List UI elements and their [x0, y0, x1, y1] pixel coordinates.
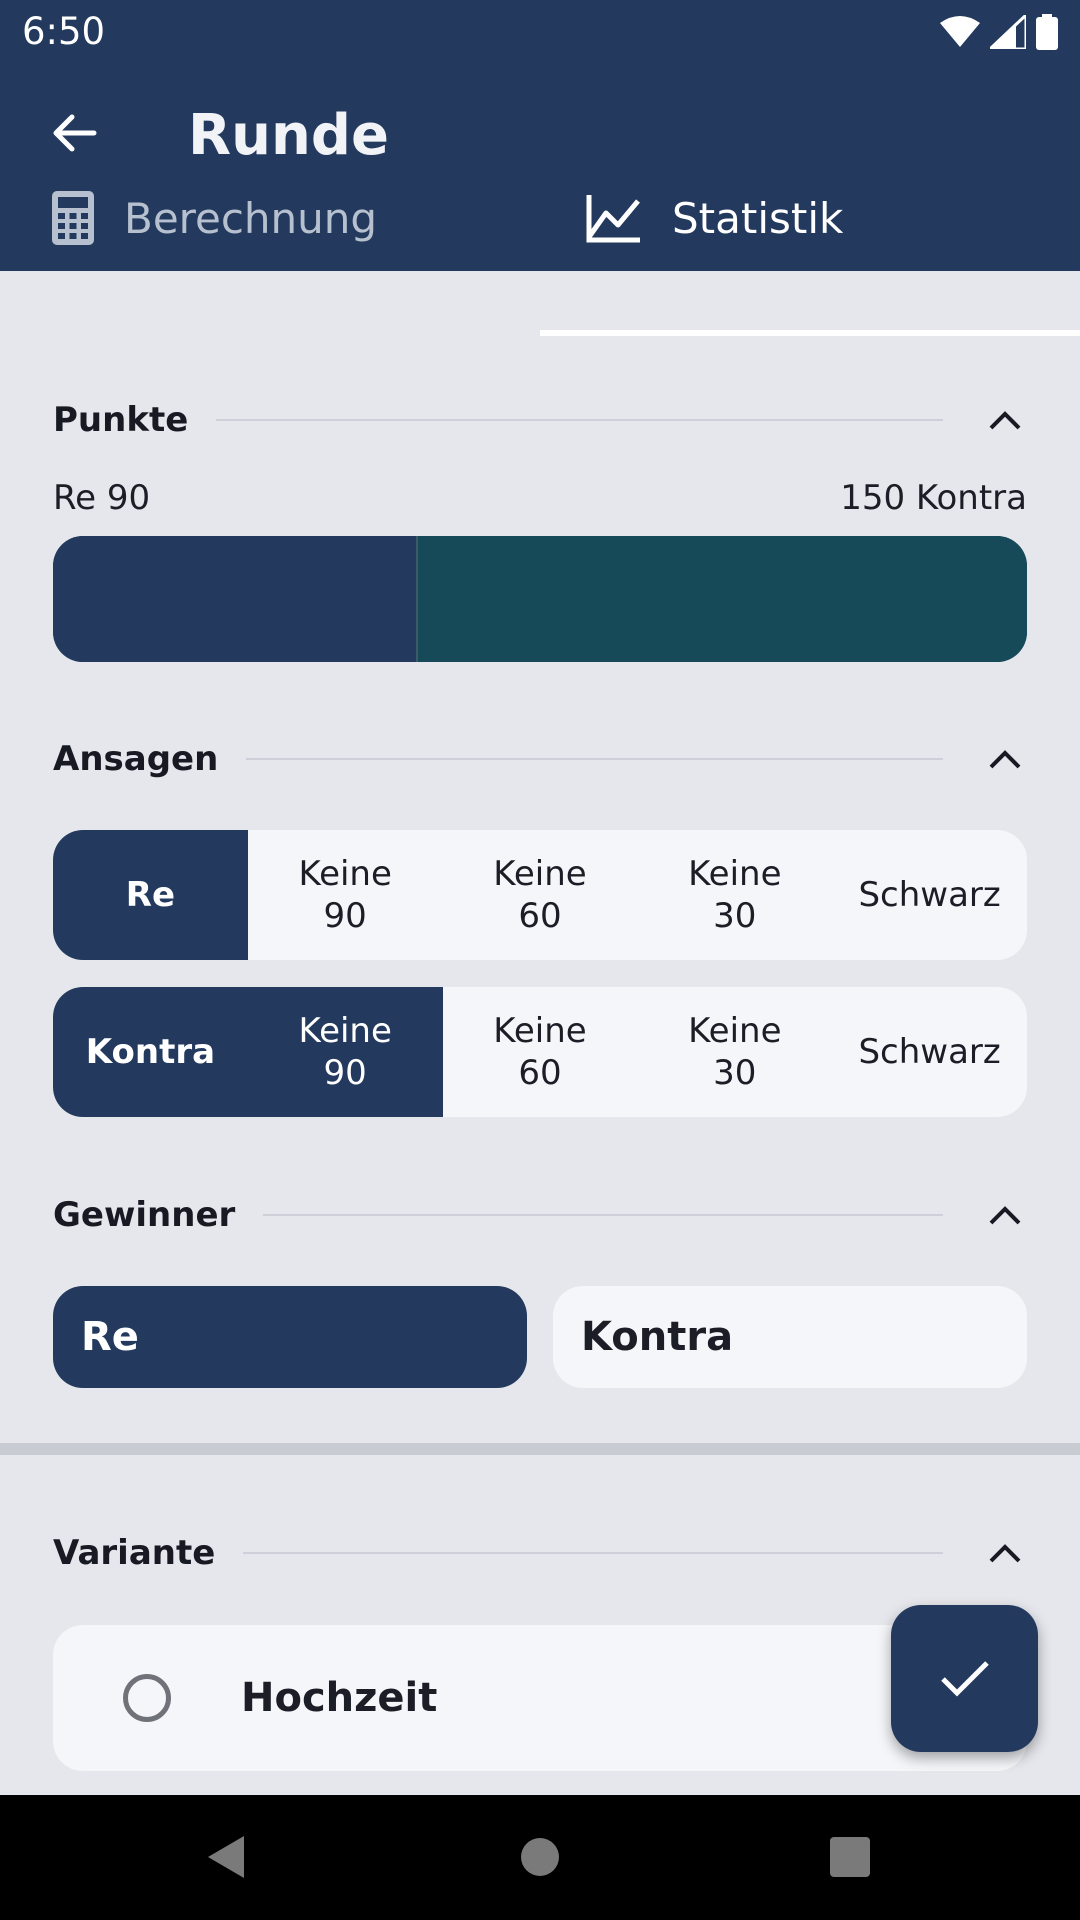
ansage-option[interactable]: Keine 60	[443, 987, 638, 1117]
winner-kontra-button[interactable]: Kontra	[553, 1286, 1027, 1388]
variant-option-hochzeit[interactable]: Hochzeit	[53, 1625, 1027, 1771]
ansagen-re-row: Re Keine 90 Keine 60 Keine 30 Schwarz	[53, 830, 1027, 960]
ansage-option[interactable]: Keine 90	[247, 987, 443, 1117]
nav-back-button[interactable]	[194, 1825, 258, 1889]
ansagen-kontra-row: Kontra Keine 90 Keine 60 Keine 30 Schwarz	[53, 987, 1027, 1117]
calculator-icon	[52, 191, 94, 245]
points-bar	[53, 536, 1027, 662]
tab-label-statistik: Statistik	[672, 193, 844, 243]
system-nav-bar	[0, 1795, 1080, 1920]
chevron-up-icon[interactable]	[983, 398, 1027, 442]
wifi-icon	[940, 16, 980, 47]
section-header-ansagen[interactable]: Ansagen	[53, 729, 1027, 789]
chevron-up-icon[interactable]	[983, 1531, 1027, 1575]
nav-recents-button[interactable]	[818, 1825, 882, 1889]
tab-statistik[interactable]: Statistik	[540, 165, 1080, 271]
section-divider	[263, 1214, 943, 1216]
section-header-punkte[interactable]: Punkte	[53, 390, 1027, 450]
section-divider	[246, 758, 943, 760]
nav-home-button[interactable]	[508, 1825, 572, 1889]
points-re-label: Re 90	[53, 478, 151, 518]
check-icon	[940, 1660, 989, 1697]
ansage-party-label[interactable]: Re	[53, 830, 248, 960]
status-time: 6:50	[22, 10, 106, 53]
tab-label-berechnung: Berechnung	[124, 193, 378, 243]
section-divider-thick	[0, 1443, 1080, 1455]
radio-button[interactable]	[123, 1674, 171, 1722]
tab-indicator	[540, 330, 1080, 336]
ansage-option[interactable]: Keine 60	[443, 830, 638, 960]
section-divider	[216, 419, 943, 421]
square-recents-icon	[830, 1837, 870, 1877]
back-button[interactable]	[44, 103, 104, 163]
winner-re-button[interactable]: Re	[53, 1286, 527, 1388]
confirm-fab[interactable]	[891, 1605, 1038, 1752]
status-bar: 6:50	[0, 0, 1080, 63]
ansage-option[interactable]: Schwarz	[832, 830, 1027, 960]
page-title: Runde	[188, 103, 389, 168]
ansage-party-label[interactable]: Kontra	[53, 987, 248, 1117]
chevron-up-icon[interactable]	[983, 1193, 1027, 1237]
signal-icon	[990, 15, 1026, 49]
section-title-gewinner: Gewinner	[53, 1195, 236, 1235]
ansage-option[interactable]: Keine 30	[637, 987, 832, 1117]
section-divider	[243, 1552, 943, 1554]
ansage-option[interactable]: Keine 30	[637, 830, 832, 960]
arrow-left-icon	[53, 114, 97, 152]
points-kontra-label: 150 Kontra	[840, 478, 1027, 518]
ansage-option[interactable]: Keine 90	[248, 830, 443, 960]
tab-berechnung[interactable]: Berechnung	[0, 165, 540, 271]
chevron-up-icon[interactable]	[983, 737, 1027, 781]
points-bar-kontra	[418, 536, 1027, 662]
section-title-ansagen: Ansagen	[53, 739, 219, 779]
battery-icon	[1036, 14, 1058, 50]
section-title-punkte: Punkte	[53, 400, 189, 440]
section-header-gewinner[interactable]: Gewinner	[53, 1185, 1027, 1245]
variant-label: Hochzeit	[241, 1675, 438, 1721]
section-title-variante: Variante	[53, 1533, 216, 1573]
line-chart-icon	[586, 195, 640, 243]
circle-home-icon	[521, 1838, 559, 1876]
ansage-option[interactable]: Schwarz	[832, 987, 1027, 1117]
points-bar-re	[53, 536, 419, 662]
section-header-variante[interactable]: Variante	[53, 1523, 1027, 1583]
triangle-back-icon	[208, 1836, 244, 1878]
